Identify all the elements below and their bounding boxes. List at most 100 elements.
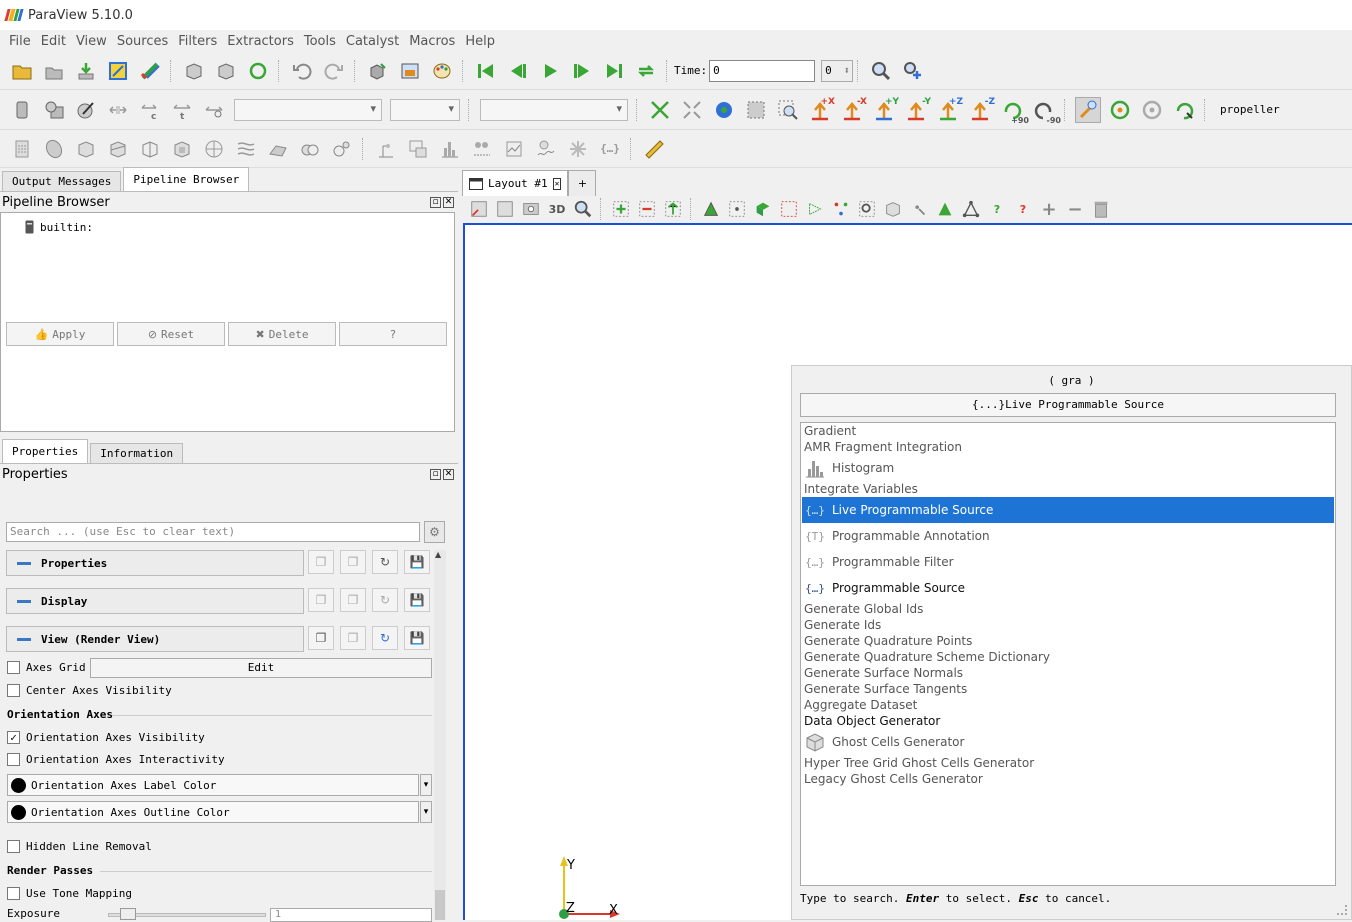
list-item-selected[interactable]: {…} Live Programmable Source (802, 497, 1334, 523)
representation-dropdown[interactable] (480, 98, 628, 121)
help-button[interactable]: ? (339, 322, 447, 346)
find-data-icon[interactable] (868, 58, 894, 84)
previous-frame-icon[interactable] (505, 58, 531, 84)
rescale-visible-icon[interactable] (201, 97, 227, 123)
list-item[interactable]: Generate Quadrature Points (802, 633, 1334, 649)
grow-selection-icon[interactable] (856, 198, 878, 220)
glyph-icon[interactable] (201, 136, 227, 162)
list-item[interactable]: {…} Programmable Filter (802, 549, 1334, 575)
save-defaults-icon[interactable]: 💾 (404, 588, 430, 612)
rotate-plus-90-icon[interactable]: +90 (999, 97, 1029, 125)
split-horizontal-icon[interactable] (468, 198, 490, 220)
view-minus-x-icon[interactable]: -X (839, 97, 867, 123)
select-polygon-icon[interactable] (830, 198, 852, 220)
select-cells-on-icon[interactable] (610, 198, 632, 220)
properties-scrollbar[interactable]: ▲ (434, 550, 446, 920)
plot-selection-over-time-icon[interactable] (533, 136, 559, 162)
label-color-button[interactable]: Orientation Axes Label Color (7, 774, 419, 796)
plot-over-time-icon[interactable] (501, 136, 527, 162)
tooltip-point-icon[interactable]: ? (986, 198, 1008, 220)
calculator-icon[interactable] (9, 136, 35, 162)
first-frame-icon[interactable] (473, 58, 499, 84)
warp-by-vector-icon[interactable] (265, 136, 291, 162)
play-icon[interactable] (537, 58, 563, 84)
menu-file[interactable]: File (4, 34, 36, 49)
rescale-custom-icon[interactable]: c (137, 97, 163, 123)
hidden-line-checkbox[interactable] (7, 840, 20, 853)
list-item[interactable]: Legacy Ghost Cells Generator (802, 771, 1334, 787)
menu-view[interactable]: View (71, 34, 112, 49)
properties-search-input[interactable]: Search ... (use Esc to clear text) (6, 522, 420, 542)
open-file-icon[interactable] (9, 58, 35, 84)
rescale-range-icon[interactable] (105, 97, 131, 123)
extract-subset-icon[interactable] (169, 136, 195, 162)
color-by-dropdown[interactable] (234, 98, 382, 121)
list-item[interactable]: AMR Fragment Integration (802, 439, 1334, 455)
zoom-to-data-icon[interactable] (679, 97, 705, 123)
list-item[interactable]: {…} Programmable Source (802, 575, 1334, 601)
orientation-interactivity-checkbox[interactable] (7, 753, 20, 766)
last-frame-icon[interactable] (601, 58, 627, 84)
list-item[interactable]: Generate Ids (802, 617, 1334, 633)
list-item[interactable]: Hyper Tree Grid Ghost Cells Generator (802, 755, 1334, 771)
subtract-selection-icon[interactable]: − (1064, 198, 1086, 220)
select-cells-icon[interactable] (700, 198, 722, 220)
paste-icon[interactable]: ❐ (340, 588, 366, 612)
select-frustum-icon[interactable] (662, 198, 684, 220)
list-item[interactable]: Histogram (802, 455, 1334, 481)
split-vertical-icon[interactable] (494, 198, 516, 220)
label-color-dropdown[interactable]: ▾ (420, 774, 432, 796)
scroll-up-icon[interactable]: ▲ (435, 550, 441, 559)
save-defaults-icon[interactable]: 💾 (404, 626, 430, 650)
axes-grid-checkbox[interactable] (7, 661, 20, 674)
undock-icon[interactable]: ▫ (430, 196, 441, 208)
section-view[interactable]: View (Render View) (6, 626, 304, 652)
rescale-temporal-icon[interactable]: t (169, 97, 195, 123)
stream-tracer-icon[interactable] (233, 136, 259, 162)
load-state-icon[interactable] (73, 58, 99, 84)
undo-cube-icon[interactable] (181, 58, 207, 84)
menu-extractors[interactable]: Extractors (222, 34, 299, 49)
list-item[interactable]: Integrate Variables (802, 481, 1334, 497)
pipeline-object-icon[interactable] (9, 97, 35, 123)
reset-button[interactable]: ⊘ Reset (117, 322, 225, 346)
disconnect-icon[interactable] (137, 58, 163, 84)
clip-icon[interactable] (73, 136, 99, 162)
loop-icon[interactable] (633, 58, 659, 84)
section-display[interactable]: Display (6, 588, 304, 614)
add-query-icon[interactable] (900, 58, 926, 84)
orientation-visibility-checkbox[interactable]: ✓ (7, 731, 20, 744)
tooltip-cell-icon[interactable]: ? (1012, 198, 1034, 220)
save-data-icon[interactable] (41, 58, 67, 84)
menu-tools[interactable]: Tools (299, 34, 341, 49)
outline-color-dropdown[interactable]: ▾ (420, 801, 432, 823)
copy-icon[interactable]: ❐ (308, 588, 334, 612)
extract-level-icon[interactable] (329, 136, 355, 162)
shrink-selection-icon[interactable] (882, 198, 904, 220)
toggle-3d-button[interactable]: 3D (546, 198, 568, 220)
tab-pipeline-browser[interactable]: Pipeline Browser (123, 167, 250, 191)
annotate-icon[interactable] (565, 136, 591, 162)
zoom-view-icon[interactable] (572, 198, 594, 220)
restore-defaults-icon[interactable]: ↻ (372, 626, 398, 650)
delete-button[interactable]: ✖ Delete (228, 322, 336, 346)
python-braces-icon[interactable]: {…} (597, 136, 623, 162)
hover-points-icon[interactable] (934, 198, 956, 220)
plot-data-icon[interactable] (469, 136, 495, 162)
paste-icon[interactable]: ❐ (340, 550, 366, 574)
pipeline-item-builtin[interactable]: builtin: (25, 220, 93, 234)
close-tab-icon[interactable]: ✕ (552, 177, 562, 190)
menu-macros[interactable]: Macros (404, 34, 460, 49)
quick-launch-selected-button[interactable]: {...}Live Programmable Source (800, 393, 1336, 417)
list-item[interactable]: Ghost Cells Generator (802, 729, 1334, 755)
plot-over-line-icon[interactable] (405, 136, 431, 162)
zoom-to-box-icon[interactable] (775, 97, 801, 123)
component-dropdown[interactable] (390, 98, 460, 121)
reset-camera-icon[interactable] (647, 97, 673, 123)
select-block-icon[interactable] (752, 198, 774, 220)
time-index-spinbox[interactable]: 0 (821, 59, 854, 82)
probe-location-icon[interactable] (373, 136, 399, 162)
view-plus-x-icon[interactable]: +X (807, 97, 835, 123)
threshold-icon[interactable] (137, 136, 163, 162)
quick-launch-results-list[interactable]: Gradient AMR Fragment Integration Histog… (800, 422, 1336, 886)
